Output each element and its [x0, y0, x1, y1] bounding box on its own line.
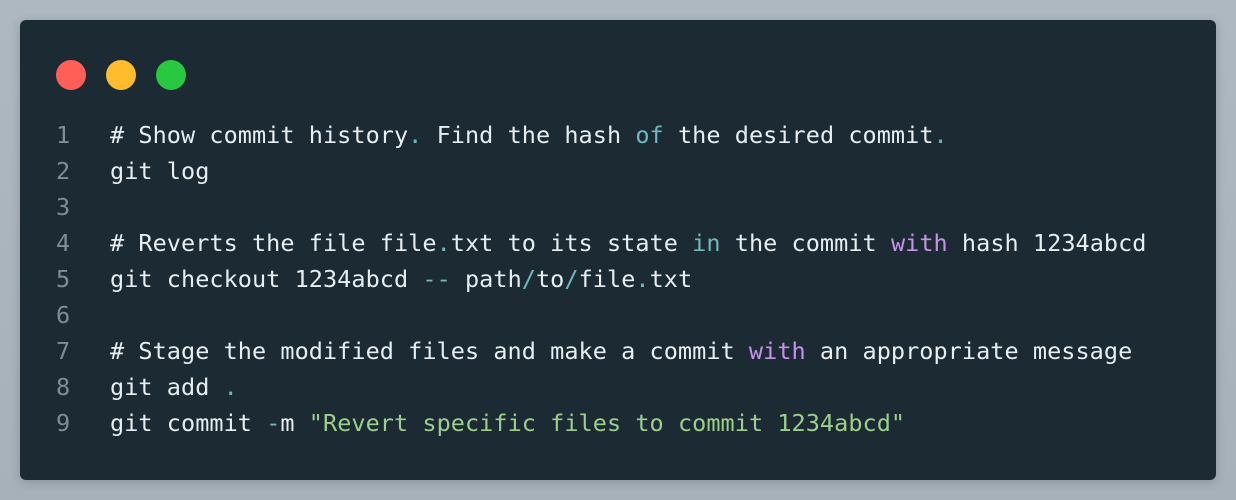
code-token: Find the hash: [422, 121, 636, 149]
code-content: git add .: [110, 373, 238, 401]
code-token: file: [578, 265, 636, 293]
code-line: 9 git commit -m "Revert specific files to…: [54, 405, 1196, 441]
code-token: git log: [110, 157, 210, 185]
code-line: 6: [54, 297, 1196, 333]
code-token: # Reverts the file file: [110, 229, 437, 257]
code-line: 8 git add .: [54, 369, 1196, 405]
code-content: git log: [110, 157, 209, 185]
code-line: 3: [54, 189, 1196, 225]
code-token: --: [422, 265, 451, 293]
line-number: 1: [56, 121, 71, 149]
code-token: /: [521, 265, 536, 293]
maximize-window-button[interactable]: [156, 60, 186, 90]
code-token: git add: [110, 373, 224, 401]
line-number: 7: [56, 337, 71, 365]
code-line: 1 # Show commit history. Find the hash of…: [54, 117, 1196, 153]
code-token: of: [635, 121, 664, 149]
code-line: 4 # Reverts the file file.txt to its stat…: [54, 225, 1196, 261]
code-token: the desired commit: [663, 121, 934, 149]
code-token: .: [223, 373, 238, 401]
code-token: the commit: [720, 229, 891, 257]
code-line: 5 git checkout 1234abcd -- path/to/file.t…: [54, 261, 1196, 297]
code-content: # Reverts the file file.txt to its state…: [110, 229, 1147, 257]
line-number: 2: [56, 157, 71, 185]
line-number: 5: [56, 265, 71, 293]
code-token: hash 1234abcd: [947, 229, 1147, 257]
code-window: 1 # Show commit history. Find the hash of…: [20, 20, 1216, 480]
code-content: git checkout 1234abcd -- path/to/file.tx…: [110, 265, 692, 293]
line-number: 8: [56, 373, 71, 401]
code-token: # Stage the modified files and make a co…: [110, 337, 749, 365]
code-content: git commit -m "Revert specific files to …: [110, 409, 905, 437]
code-token: txt: [649, 265, 693, 293]
close-window-button[interactable]: [56, 60, 86, 90]
code-token: git commit: [110, 409, 267, 437]
code-content: # Stage the modified files and make a co…: [110, 337, 1132, 365]
code-token: .: [408, 121, 423, 149]
code-token: to: [535, 265, 565, 293]
code-token: an appropriate message: [805, 337, 1133, 365]
code-token: "Revert specific files to commit 1234abc…: [308, 409, 906, 437]
code-token: # Show commit history: [110, 121, 409, 149]
code-token: git checkout 1234abcd: [110, 265, 423, 293]
code-token: with: [748, 337, 806, 365]
minimize-window-button[interactable]: [106, 60, 136, 90]
line-number: 3: [56, 193, 71, 221]
code-block: 1 # Show commit history. Find the hash of…: [54, 117, 1196, 441]
code-content: # Show commit history. Find the hash of …: [110, 121, 948, 149]
code-token: -: [266, 409, 281, 437]
code-token: path: [450, 265, 522, 293]
code-token: with: [890, 229, 948, 257]
code-token: .: [635, 265, 650, 293]
line-number: 9: [56, 409, 71, 437]
code-line: 7 # Stage the modified files and make a c…: [54, 333, 1196, 369]
window-controls: [56, 60, 186, 90]
code-token: .: [436, 229, 451, 257]
code-token: .: [933, 121, 948, 149]
line-number: 4: [56, 229, 71, 257]
code-line: 2 git log: [54, 153, 1196, 189]
line-number: 6: [56, 301, 71, 329]
code-token: in: [692, 229, 721, 257]
code-token: txt to its state: [450, 229, 693, 257]
code-token: /: [564, 265, 579, 293]
code-token: m: [280, 409, 309, 437]
